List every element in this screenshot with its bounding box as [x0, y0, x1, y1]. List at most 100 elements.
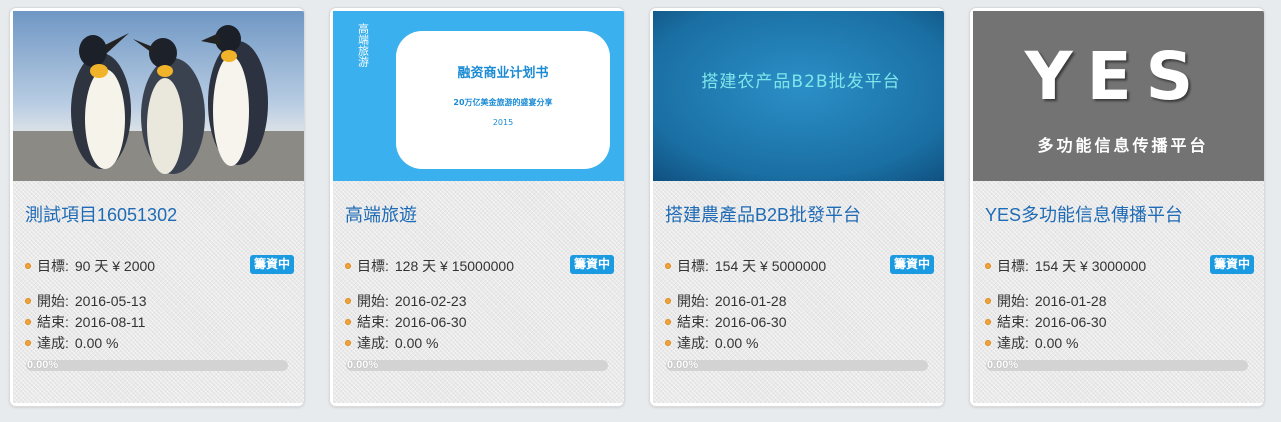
- project-info: 搭建農產品B2B批發平台 目標: 154 天 ¥ 5000000 籌資中 開始:…: [653, 181, 944, 403]
- bullet-icon: [345, 340, 351, 346]
- end-date: 2016-06-30: [394, 314, 467, 330]
- banner-big-text: YES: [1024, 38, 1207, 115]
- end-row: 結束: 2016-08-11: [25, 312, 145, 332]
- start-date: 2016-05-13: [74, 293, 147, 309]
- project-image-travel[interactable]: 高端旅游 融资商业计划书 20万亿美金旅游的盛宴分享 2015: [333, 11, 624, 181]
- end-row: 結束: 2016-06-30: [985, 312, 1107, 332]
- project-image-penguins[interactable]: [13, 11, 304, 181]
- status-badge: 籌資中: [569, 255, 614, 274]
- end-date: 2016-08-11: [74, 314, 146, 330]
- start-label: 開始:: [357, 293, 389, 309]
- end-date: 2016-06-30: [714, 314, 787, 330]
- achieved-label: 達成:: [357, 335, 389, 351]
- project-title[interactable]: 搭建農產品B2B批發平台: [665, 201, 937, 227]
- achieved-row: 達成: 0.00 %: [25, 333, 118, 353]
- target-value: 128 天 ¥ 15000000: [394, 258, 514, 274]
- agri-platform-banner: 搭建农产品B2B批发平台: [653, 11, 944, 181]
- achieved-row: 達成: 0.00 %: [345, 333, 438, 353]
- progress-text: 0.00%: [27, 359, 59, 371]
- project-info: 高端旅遊 目標: 128 天 ¥ 15000000 籌資中 開始: 2016-0…: [333, 181, 624, 403]
- yes-platform-banner: YES 多功能信息传播平台: [973, 11, 1264, 181]
- project-title[interactable]: YES多功能信息傳播平台: [985, 201, 1257, 227]
- project-info: YES多功能信息傳播平台 目標: 154 天 ¥ 3000000 籌資中 開始:…: [973, 181, 1264, 403]
- target-row: 目標: 128 天 ¥ 15000000: [345, 256, 514, 276]
- bullet-icon: [665, 340, 671, 346]
- project-image-yes[interactable]: YES 多功能信息传播平台: [973, 11, 1264, 181]
- start-row: 開始: 2016-05-13: [25, 291, 147, 311]
- achieved-value: 0.00 %: [714, 335, 759, 351]
- progress-bar: [986, 360, 1248, 371]
- project-title[interactable]: 測試項目16051302: [25, 201, 297, 227]
- achieved-value: 0.00 %: [1034, 335, 1079, 351]
- start-label: 開始:: [997, 293, 1029, 309]
- start-row: 開始: 2016-01-28: [665, 291, 787, 311]
- project-image-agri[interactable]: 搭建农产品B2B批发平台: [653, 11, 944, 181]
- project-card[interactable]: YES 多功能信息传播平台 YES多功能信息傳播平台 目標: 154 天 ¥ 3…: [970, 8, 1264, 406]
- target-label: 目標:: [37, 258, 69, 274]
- project-info: 測試項目16051302 目標: 90 天 ¥ 2000 籌資中 開始: 201…: [13, 181, 304, 403]
- target-label: 目標:: [357, 258, 389, 274]
- achieved-value: 0.00 %: [74, 335, 119, 351]
- target-value: 154 天 ¥ 3000000: [1034, 258, 1147, 274]
- bullet-icon: [345, 298, 351, 304]
- target-value: 90 天 ¥ 2000: [74, 258, 156, 274]
- target-value: 154 天 ¥ 5000000: [714, 258, 827, 274]
- bullet-icon: [665, 298, 671, 304]
- project-card[interactable]: 高端旅游 融资商业计划书 20万亿美金旅游的盛宴分享 2015 高端旅遊 目標:…: [330, 8, 624, 406]
- progress-bar: [666, 360, 928, 371]
- banner-heading: 搭建农产品B2B批发平台: [701, 72, 900, 92]
- cover-heading: 融资商业计划书: [457, 65, 548, 81]
- start-date: 2016-02-23: [394, 293, 467, 309]
- end-row: 結束: 2016-06-30: [345, 312, 467, 332]
- penguins-photo: [13, 11, 304, 181]
- bullet-icon: [345, 263, 351, 269]
- bullet-icon: [25, 340, 31, 346]
- achieved-label: 達成:: [677, 335, 709, 351]
- start-label: 開始:: [37, 293, 69, 309]
- cover-subheading: 20万亿美金旅游的盛宴分享: [453, 97, 552, 107]
- target-row: 目標: 90 天 ¥ 2000: [25, 256, 155, 276]
- start-date: 2016-01-28: [714, 293, 787, 309]
- bullet-icon: [345, 319, 351, 325]
- achieved-label: 達成:: [997, 335, 1029, 351]
- start-label: 開始:: [677, 293, 709, 309]
- bullet-icon: [985, 340, 991, 346]
- end-label: 結束:: [677, 314, 709, 330]
- bullet-icon: [985, 263, 991, 269]
- target-row: 目標: 154 天 ¥ 3000000: [985, 256, 1146, 276]
- achieved-row: 達成: 0.00 %: [985, 333, 1078, 353]
- achieved-value: 0.00 %: [394, 335, 439, 351]
- bullet-icon: [25, 298, 31, 304]
- target-label: 目標:: [997, 258, 1029, 274]
- achieved-label: 達成:: [37, 335, 69, 351]
- banner-heading: 多功能信息传播平台: [1037, 136, 1208, 155]
- achieved-row: 達成: 0.00 %: [665, 333, 758, 353]
- project-title[interactable]: 高端旅遊: [345, 201, 617, 227]
- start-date: 2016-01-28: [1034, 293, 1107, 309]
- bullet-icon: [665, 319, 671, 325]
- end-label: 結束:: [357, 314, 389, 330]
- progress-text: 0.00%: [987, 359, 1019, 371]
- end-date: 2016-06-30: [1034, 314, 1107, 330]
- bullet-icon: [985, 319, 991, 325]
- cover-year: 2015: [493, 118, 513, 127]
- end-row: 結束: 2016-06-30: [665, 312, 787, 332]
- business-plan-cover: 高端旅游 融资商业计划书 20万亿美金旅游的盛宴分享 2015: [333, 11, 624, 181]
- bullet-icon: [985, 298, 991, 304]
- project-card[interactable]: 搭建农产品B2B批发平台 搭建農產品B2B批發平台 目標: 154 天 ¥ 50…: [650, 8, 944, 406]
- target-label: 目標:: [677, 258, 709, 274]
- vertical-text: 高端旅游: [357, 22, 370, 67]
- status-badge: 籌資中: [249, 255, 294, 274]
- status-badge: 籌資中: [889, 255, 934, 274]
- bullet-icon: [25, 263, 31, 269]
- progress-text: 0.00%: [667, 359, 699, 371]
- status-badge: 籌資中: [1209, 255, 1254, 274]
- start-row: 開始: 2016-02-23: [345, 291, 467, 311]
- start-row: 開始: 2016-01-28: [985, 291, 1107, 311]
- progress-bar: [346, 360, 608, 371]
- target-row: 目標: 154 天 ¥ 5000000: [665, 256, 826, 276]
- end-label: 結束:: [37, 314, 69, 330]
- progress-bar: [26, 360, 288, 371]
- project-card[interactable]: 測試項目16051302 目標: 90 天 ¥ 2000 籌資中 開始: 201…: [10, 8, 304, 406]
- progress-text: 0.00%: [347, 359, 379, 371]
